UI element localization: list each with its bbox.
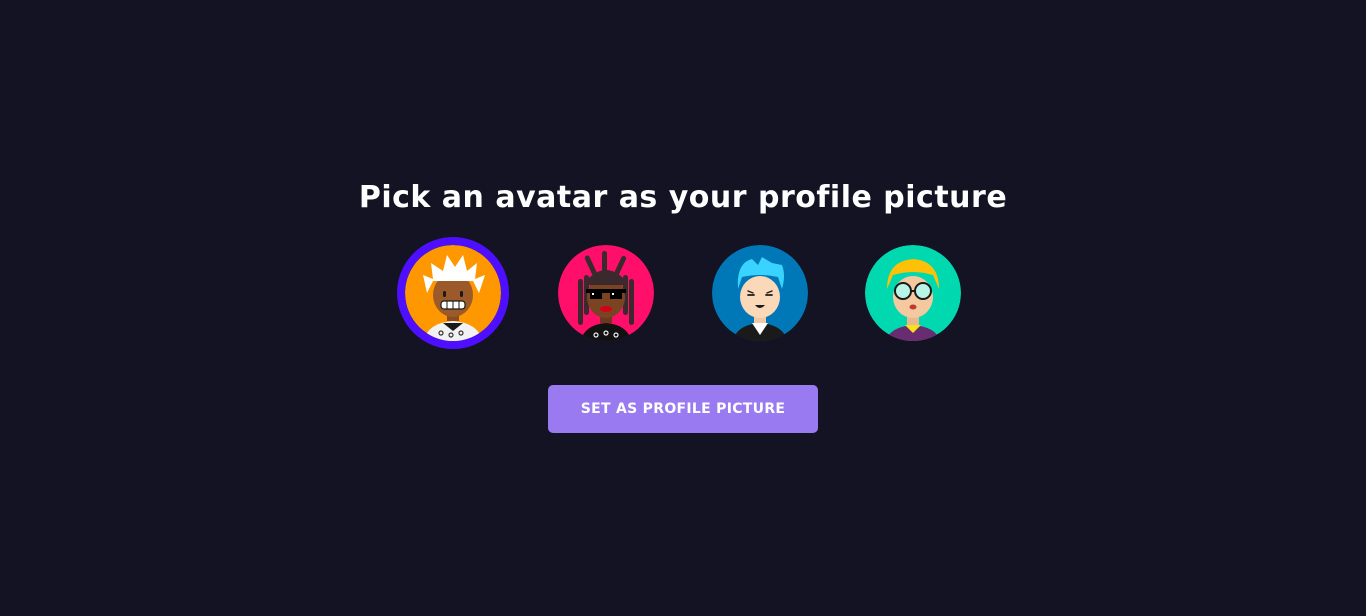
avatar-option-3[interactable] (704, 237, 816, 349)
page-title: Pick an avatar as your profile picture (358, 180, 1008, 215)
avatar-blue-hair-icon (712, 245, 808, 341)
avatar-option-2[interactable] (550, 237, 662, 349)
avatar-dreadlocks-sunglasses-icon (558, 245, 654, 341)
avatar-white-hair-icon (405, 245, 501, 341)
avatar-option-1[interactable] (397, 237, 509, 349)
avatar-list (0, 232, 1366, 354)
avatar-option-4[interactable] (857, 237, 969, 349)
set-profile-picture-button[interactable]: Set as Profile Picture (548, 385, 818, 433)
avatar-picker-page: Pick an avatar as your profile picture S… (0, 0, 1366, 616)
avatar-glasses-blonde-icon (865, 245, 961, 341)
